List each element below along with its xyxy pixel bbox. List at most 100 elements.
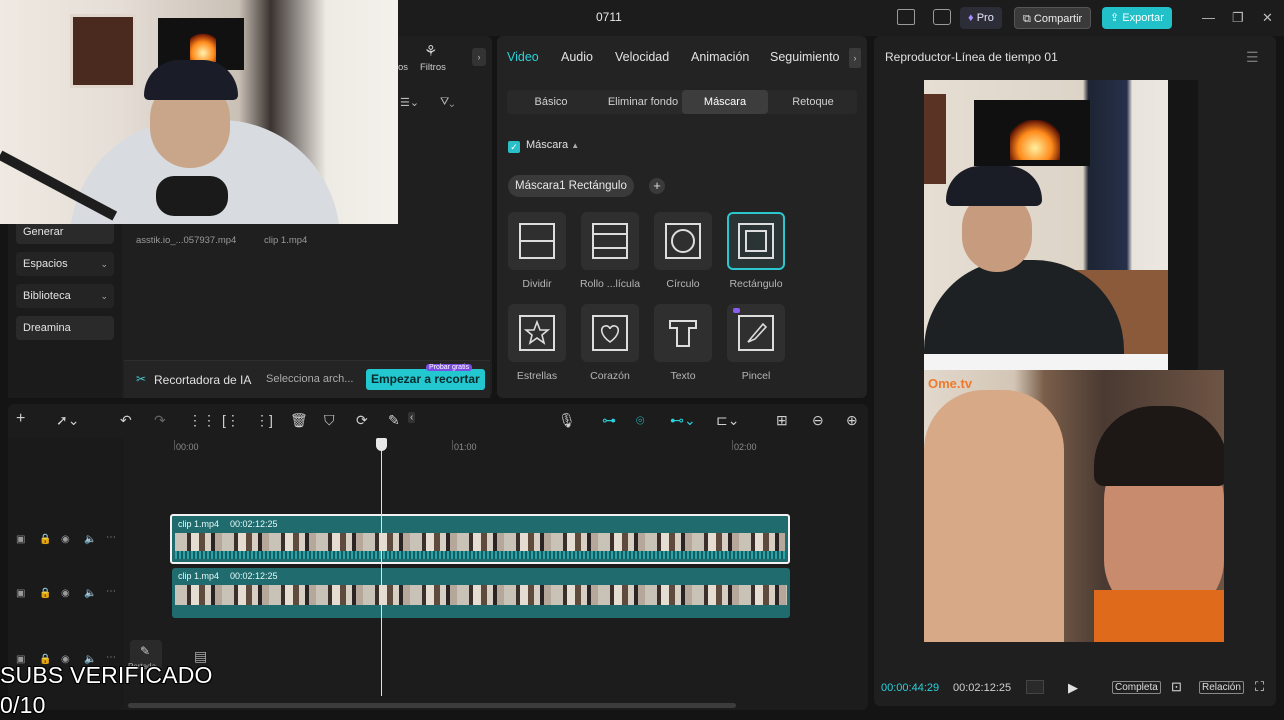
- speaker-icon[interactable]: 🔈: [84, 534, 96, 545]
- tab-tracking[interactable]: Seguimiento: [770, 50, 840, 64]
- microphone-icon[interactable]: 🎙: [558, 412, 576, 429]
- timeline-clip[interactable]: clip 1.mp4 00:02:12:25: [172, 568, 790, 618]
- aspect-ratio-button[interactable]: Relación: [1199, 681, 1244, 694]
- subtab-retouch[interactable]: Retoque: [769, 90, 857, 114]
- timeline-scrollbar[interactable]: [128, 703, 736, 708]
- mask-text[interactable]: [654, 304, 712, 362]
- mask-star[interactable]: [508, 304, 566, 362]
- marker-icon[interactable]: ⛉: [324, 412, 335, 429]
- track-thumb-icon[interactable]: ▣: [16, 588, 25, 599]
- mask-film[interactable]: [581, 212, 639, 270]
- mask-circle[interactable]: [654, 212, 712, 270]
- ai-select-file[interactable]: Selecciona arch...: [266, 373, 353, 385]
- more-icon[interactable]: ⋯: [106, 532, 116, 543]
- video-preview-top: [924, 80, 1198, 370]
- chevron-right-icon[interactable]: ›: [849, 48, 861, 68]
- nav-dreamina[interactable]: Dreamina: [16, 316, 114, 340]
- caption-icon[interactable]: ⊞: [776, 412, 788, 429]
- add-track-icon[interactable]: +: [16, 410, 25, 428]
- loop-icon[interactable]: ⟳: [356, 412, 368, 429]
- playhead-handle[interactable]: [376, 438, 387, 451]
- filters-icon[interactable]: ⚘: [424, 42, 437, 60]
- eye-icon[interactable]: ◉: [61, 534, 70, 545]
- menu-icon[interactable]: ☰: [1246, 49, 1259, 66]
- media-item-label[interactable]: asstik.io_...057937.mp4: [136, 235, 236, 246]
- mask-section-label: Máscara: [526, 139, 569, 151]
- freeze-icon[interactable]: ✎: [388, 412, 400, 429]
- effects-tab-label[interactable]: os: [398, 62, 408, 73]
- mask-brush[interactable]: [727, 304, 785, 362]
- mask-section-toggle[interactable]: Máscara ▲: [526, 139, 579, 151]
- link-clips-icon[interactable]: ⊷⌄: [670, 412, 696, 429]
- eye-icon[interactable]: ◉: [61, 588, 70, 599]
- filters-tab-label[interactable]: Filtros: [420, 62, 446, 73]
- wall-painting: [70, 14, 136, 88]
- mask-split[interactable]: [508, 212, 566, 270]
- sort-icon[interactable]: ☰⌄: [400, 96, 419, 109]
- zoom-in-icon[interactable]: ⊕: [846, 412, 858, 429]
- add-mask-icon[interactable]: +: [649, 178, 665, 194]
- subtab-mask[interactable]: Máscara: [682, 90, 768, 114]
- tab-video[interactable]: Video: [507, 50, 539, 64]
- pro-button[interactable]: ♦ Pro: [960, 7, 1002, 29]
- preview-person-cap: [946, 166, 1042, 206]
- mask-checkbox[interactable]: ✓: [508, 141, 520, 153]
- select-tool-icon[interactable]: ➚⌄: [56, 412, 79, 429]
- play-icon[interactable]: ▶: [1068, 680, 1078, 696]
- tab-animation[interactable]: Animación: [691, 50, 749, 64]
- share-icon: ⧉: [1023, 13, 1031, 25]
- split-left-icon[interactable]: [⋮: [222, 412, 240, 429]
- ai-cutter-title: Recortadora de IA: [154, 373, 252, 387]
- close-icon[interactable]: ✕: [1262, 10, 1273, 26]
- rectangle-mask-icon: [738, 223, 774, 259]
- export-label: Exportar: [1122, 12, 1164, 24]
- tab-speed[interactable]: Velocidad: [615, 50, 669, 64]
- undo-icon[interactable]: ↶: [120, 412, 132, 429]
- export-button[interactable]: ⇪ Exportar: [1102, 7, 1172, 29]
- mask-rectangle[interactable]: [727, 212, 785, 270]
- split-icon[interactable]: ⋮⋮: [188, 412, 216, 429]
- timecode-toggle-icon[interactable]: [1026, 680, 1044, 694]
- timeline-clip[interactable]: clip 1.mp4 00:02:12:25: [170, 514, 790, 564]
- auto-snap-icon[interactable]: ⌾: [636, 412, 644, 429]
- start-cutting-button[interactable]: Empezar a recortar: [366, 369, 485, 390]
- filter-icon[interactable]: ⛛⌄: [440, 96, 454, 109]
- mask-label: Círculo: [666, 278, 700, 290]
- split-right-icon[interactable]: ⋮]: [255, 412, 273, 429]
- zoom-out-icon[interactable]: ⊖: [812, 412, 824, 429]
- subtab-remove-bg[interactable]: Eliminar fondo: [595, 90, 691, 114]
- mask-chip[interactable]: Máscara1 Rectángulo: [508, 175, 634, 197]
- keyboard-icon[interactable]: [933, 9, 951, 25]
- fullscreen-icon[interactable]: ⛶: [1255, 679, 1264, 695]
- mask-heart[interactable]: [581, 304, 639, 362]
- nav-espacios[interactable]: Espacios ⌄: [16, 252, 114, 276]
- layout-icon[interactable]: [897, 9, 915, 25]
- full-quality-button[interactable]: Completa: [1112, 681, 1161, 694]
- lock-icon[interactable]: 🔒: [39, 534, 51, 545]
- magnet-link-icon[interactable]: ⊶: [602, 412, 616, 429]
- speaker-icon[interactable]: 🔈: [84, 588, 96, 599]
- track-thumb-icon[interactable]: ▣: [16, 534, 25, 545]
- properties-panel: Video Audio Velocidad Animación Seguimie…: [497, 36, 867, 398]
- subtab-basic[interactable]: Básico: [507, 90, 595, 114]
- maximize-icon[interactable]: ❐: [1232, 10, 1244, 26]
- media-item-label[interactable]: clip 1.mp4: [264, 235, 307, 246]
- chevron-right-icon[interactable]: ›: [472, 48, 486, 66]
- toolbar-chevron-left-icon[interactable]: ‹: [408, 412, 416, 423]
- ruler-label: 02:00: [734, 442, 757, 452]
- upload-icon: ⇪: [1110, 12, 1120, 24]
- preview-axis-icon[interactable]: ⊏⌄: [716, 412, 739, 429]
- lock-icon[interactable]: 🔒: [39, 588, 51, 599]
- nav-label: Dreamina: [23, 322, 71, 334]
- ruler-tick: [732, 440, 733, 450]
- nav-biblioteca[interactable]: Biblioteca ⌄: [16, 284, 114, 308]
- more-icon[interactable]: ⋯: [106, 586, 116, 597]
- premium-dot-icon: [733, 308, 740, 313]
- playhead-line[interactable]: [381, 444, 382, 696]
- focus-icon[interactable]: ⊡: [1171, 679, 1182, 695]
- share-button[interactable]: ⧉ Compartir: [1014, 7, 1092, 29]
- delete-icon[interactable]: 🗑: [290, 412, 308, 429]
- minimize-icon[interactable]: —: [1202, 10, 1215, 25]
- redo-icon[interactable]: ↷: [154, 412, 166, 429]
- tab-audio[interactable]: Audio: [561, 50, 593, 64]
